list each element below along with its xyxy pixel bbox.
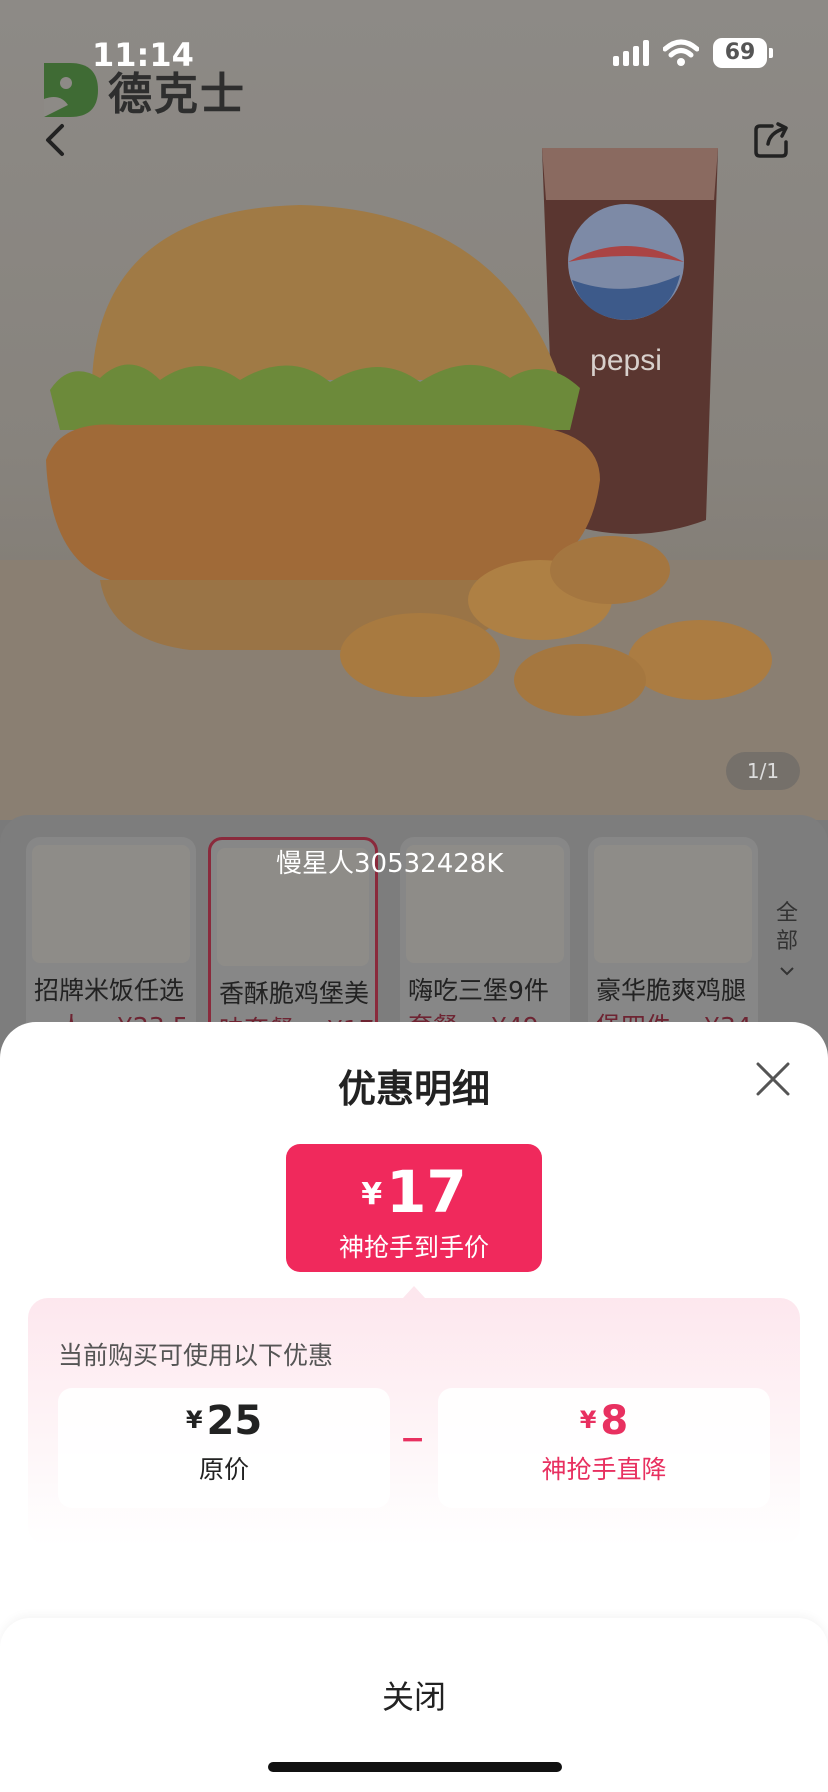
- combo-thumb-label: 嗨吃三堡9件: [408, 976, 549, 1005]
- user-watermark: 慢星人30532428K: [276, 849, 504, 879]
- wifi-icon: [663, 39, 699, 66]
- close-button-label: 关闭: [381, 1678, 446, 1716]
- discount-detail-sheet: 优惠明细 ¥17 神抢手到手价 当前购买可使用以下优惠 ¥25 原价 − ¥8 …: [0, 1022, 828, 1792]
- discount-label: 神抢手直降: [541, 1455, 667, 1484]
- original-price-card: ¥25 原价: [58, 1388, 390, 1508]
- final-price-badge: ¥17 神抢手到手价: [286, 1144, 542, 1272]
- back-icon[interactable]: [36, 120, 76, 160]
- burger-combo-illustration: pepsi: [0, 148, 828, 820]
- original-price-amount: 25: [206, 1398, 263, 1444]
- svg-text:pepsi: pepsi: [590, 344, 662, 377]
- battery-icon: 69: [713, 38, 773, 68]
- combo-thumb-1[interactable]: 招牌米饭任选 一人… ¥23.5: [26, 837, 196, 1037]
- view-all-label: 全部: [775, 901, 798, 954]
- minus-sign: −: [400, 1422, 426, 1457]
- battery-level: 69: [713, 38, 767, 68]
- final-price-label: 神抢手到手价: [338, 1233, 489, 1262]
- share-icon[interactable]: [752, 120, 792, 160]
- badge-pointer: [403, 1286, 425, 1298]
- status-bar: 11:14 69: [0, 0, 828, 100]
- discount-breakdown: 当前购买可使用以下优惠 ¥25 原价 − ¥8 神抢手直降: [28, 1298, 800, 1546]
- view-all-button[interactable]: 全部: [772, 900, 802, 984]
- original-price-label: 原价: [198, 1455, 249, 1484]
- combo-thumb-label: 香酥脆鸡堡美: [219, 979, 370, 1008]
- combo-thumb-label: 招牌米饭任选: [34, 976, 185, 1005]
- combo-thumb-image: [594, 845, 752, 963]
- discount-currency: ¥: [579, 1406, 597, 1434]
- product-hero-image: pepsi 德克士 11:14 69 1/1: [0, 0, 828, 820]
- combo-thumb-image: [32, 845, 190, 963]
- discount-caption: 当前购买可使用以下优惠: [58, 1341, 334, 1370]
- combo-thumb-label: 豪华脆爽鸡腿: [596, 976, 747, 1005]
- sheet-title: 优惠明细: [337, 1067, 490, 1111]
- image-page-indicator: 1/1: [726, 752, 800, 790]
- home-indicator: [268, 1762, 562, 1772]
- chevron-down-icon: [780, 967, 794, 976]
- discount-card: ¥8 神抢手直降: [438, 1388, 770, 1508]
- final-price-amount: 17: [386, 1158, 467, 1226]
- cellular-signal-icon: [613, 40, 649, 66]
- close-icon[interactable]: [752, 1058, 794, 1100]
- combo-thumb-4[interactable]: 豪华脆爽鸡腿 堡四件… ¥34: [588, 837, 758, 1037]
- status-time: 11:14: [92, 36, 194, 74]
- final-price-currency: ¥: [361, 1177, 383, 1212]
- original-price-currency: ¥: [185, 1406, 203, 1434]
- discount-amount: 8: [600, 1398, 629, 1444]
- status-icons: 69: [613, 38, 773, 68]
